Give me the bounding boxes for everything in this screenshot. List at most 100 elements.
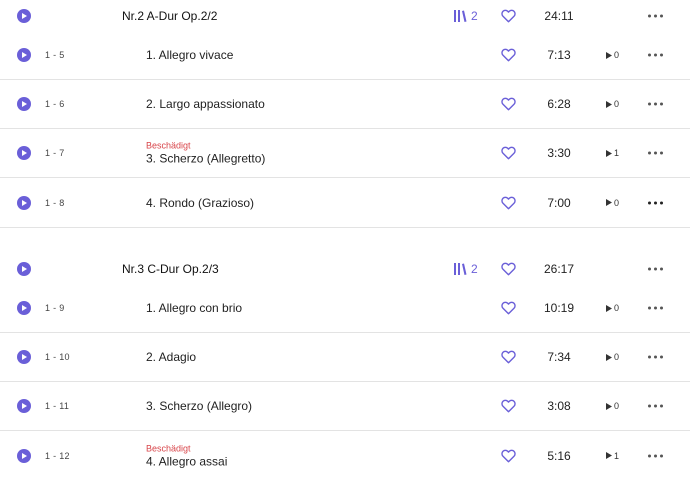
heart-icon[interactable] bbox=[501, 449, 516, 463]
play-count-icon bbox=[606, 402, 612, 410]
track-number: 1 - 7 bbox=[45, 148, 65, 158]
play-count-value: 0 bbox=[614, 50, 620, 60]
play-count-icon bbox=[606, 199, 612, 206]
play-count: 1 bbox=[606, 148, 619, 158]
track-number: 1 - 8 bbox=[45, 197, 65, 208]
track-row[interactable]: 1 - 12 Beschädigt 4. Allegro assai 5:16 … bbox=[0, 431, 690, 480]
heart-icon[interactable] bbox=[501, 196, 516, 210]
play-count: 0 bbox=[606, 50, 619, 60]
track-duration: 7:00 bbox=[547, 195, 571, 210]
track-row[interactable]: 1 - 10 2. Adagio 7:34 0 bbox=[0, 333, 690, 382]
more-options-button[interactable] bbox=[648, 50, 663, 61]
track-row[interactable]: 1 - 7 Beschädigt 3. Scherzo (Allegretto)… bbox=[0, 129, 690, 178]
track-title: 3. Scherzo (Allegro) bbox=[146, 399, 253, 413]
play-icon bbox=[22, 265, 27, 272]
play-button[interactable] bbox=[17, 195, 31, 210]
play-icon bbox=[22, 12, 27, 19]
play-button[interactable] bbox=[17, 350, 31, 364]
play-button[interactable] bbox=[17, 146, 31, 160]
more-options-button[interactable] bbox=[648, 303, 663, 314]
heart-icon[interactable] bbox=[501, 301, 516, 315]
track-number: 1 - 12 bbox=[45, 450, 70, 461]
play-count-icon bbox=[606, 452, 612, 459]
track-duration: 3:08 bbox=[547, 399, 571, 413]
versions-count: 2 bbox=[471, 8, 478, 23]
play-count-value: 0 bbox=[614, 303, 620, 313]
play-icon bbox=[22, 305, 27, 311]
play-button[interactable] bbox=[17, 97, 31, 111]
work-title: Nr.3 C-Dur Op.2/3 bbox=[122, 261, 219, 276]
play-button[interactable] bbox=[17, 399, 31, 413]
more-options-button[interactable] bbox=[648, 197, 663, 208]
track-duration: 3:30 bbox=[547, 146, 571, 160]
play-icon bbox=[22, 199, 27, 206]
play-count: 0 bbox=[606, 401, 619, 411]
damaged-label: Beschädigt bbox=[146, 443, 191, 453]
play-button[interactable] bbox=[17, 8, 31, 23]
play-count-value: 0 bbox=[614, 99, 620, 109]
play-count-icon bbox=[606, 100, 612, 108]
play-button[interactable] bbox=[17, 261, 31, 276]
play-count-icon bbox=[606, 51, 612, 59]
track-duration: 7:13 bbox=[547, 48, 571, 62]
heart-icon[interactable] bbox=[501, 48, 516, 62]
work-row[interactable]: Nr.2 A-Dur Op.2/2 2 24:11 bbox=[0, 0, 690, 31]
work-duration: 26:17 bbox=[543, 261, 575, 276]
versions-button[interactable]: 2 bbox=[453, 9, 478, 23]
work-row[interactable]: Nr.3 C-Dur Op.2/3 2 26:17 bbox=[0, 253, 690, 284]
track-number: 1 - 9 bbox=[45, 303, 65, 313]
track-list: Nr.2 A-Dur Op.2/2 2 24:11 1 - 5 1. Alleg… bbox=[0, 0, 690, 480]
work-title: Nr.2 A-Dur Op.2/2 bbox=[122, 8, 218, 23]
heart-icon[interactable] bbox=[501, 350, 516, 364]
track-row[interactable]: 1 - 5 1. Allegro vivace 7:13 0 bbox=[0, 31, 690, 80]
play-icon bbox=[22, 52, 27, 58]
versions-button[interactable]: 2 bbox=[453, 262, 478, 276]
more-options-button[interactable] bbox=[648, 263, 663, 274]
play-icon bbox=[22, 150, 27, 156]
more-options-button[interactable] bbox=[648, 10, 663, 21]
track-duration: 7:34 bbox=[547, 350, 571, 364]
play-icon bbox=[22, 452, 27, 459]
play-count-value: 1 bbox=[614, 148, 620, 158]
play-icon bbox=[22, 403, 27, 409]
play-count: 0 bbox=[606, 198, 619, 208]
more-options-button[interactable] bbox=[648, 450, 663, 461]
more-options-button[interactable] bbox=[648, 99, 663, 110]
damaged-label: Beschädigt bbox=[146, 140, 191, 151]
library-icon bbox=[454, 9, 467, 22]
play-count-value: 0 bbox=[614, 197, 620, 208]
versions-count: 2 bbox=[471, 261, 478, 276]
play-count-value: 0 bbox=[614, 401, 620, 411]
heart-icon[interactable] bbox=[501, 399, 516, 413]
heart-icon[interactable] bbox=[501, 146, 516, 160]
track-duration: 6:28 bbox=[547, 97, 571, 111]
more-options-button[interactable] bbox=[648, 352, 663, 363]
track-row[interactable]: 1 - 9 1. Allegro con brio 10:19 0 bbox=[0, 284, 690, 333]
heart-icon[interactable] bbox=[501, 9, 516, 23]
play-count-icon bbox=[606, 304, 612, 312]
track-title: 1. Allegro vivace bbox=[146, 48, 234, 62]
play-count-value: 1 bbox=[614, 450, 620, 461]
track-duration: 10:19 bbox=[543, 301, 575, 315]
play-button[interactable] bbox=[17, 448, 31, 463]
track-row[interactable]: 1 - 8 4. Rondo (Grazioso) 7:00 0 bbox=[0, 178, 690, 227]
play-count: 1 bbox=[606, 451, 619, 461]
track-row[interactable]: 1 - 11 3. Scherzo (Allegro) 3:08 0 bbox=[0, 382, 690, 431]
more-options-button[interactable] bbox=[648, 401, 663, 412]
play-count: 0 bbox=[606, 303, 619, 313]
library-icon bbox=[454, 262, 467, 275]
track-number: 1 - 6 bbox=[45, 99, 65, 109]
more-options-button[interactable] bbox=[648, 148, 663, 159]
track-title: 4. Rondo (Grazioso) bbox=[146, 195, 255, 210]
play-button[interactable] bbox=[17, 301, 31, 315]
play-count: 0 bbox=[606, 99, 619, 109]
play-count-icon bbox=[606, 149, 612, 157]
play-button[interactable] bbox=[17, 48, 31, 62]
track-number: 1 - 11 bbox=[45, 401, 70, 411]
heart-icon[interactable] bbox=[501, 97, 516, 111]
work-duration: 24:11 bbox=[544, 8, 574, 23]
track-duration: 5:16 bbox=[547, 448, 571, 463]
heart-icon[interactable] bbox=[501, 262, 516, 276]
track-row[interactable]: 1 - 6 2. Largo appassionato 6:28 0 bbox=[0, 80, 690, 129]
